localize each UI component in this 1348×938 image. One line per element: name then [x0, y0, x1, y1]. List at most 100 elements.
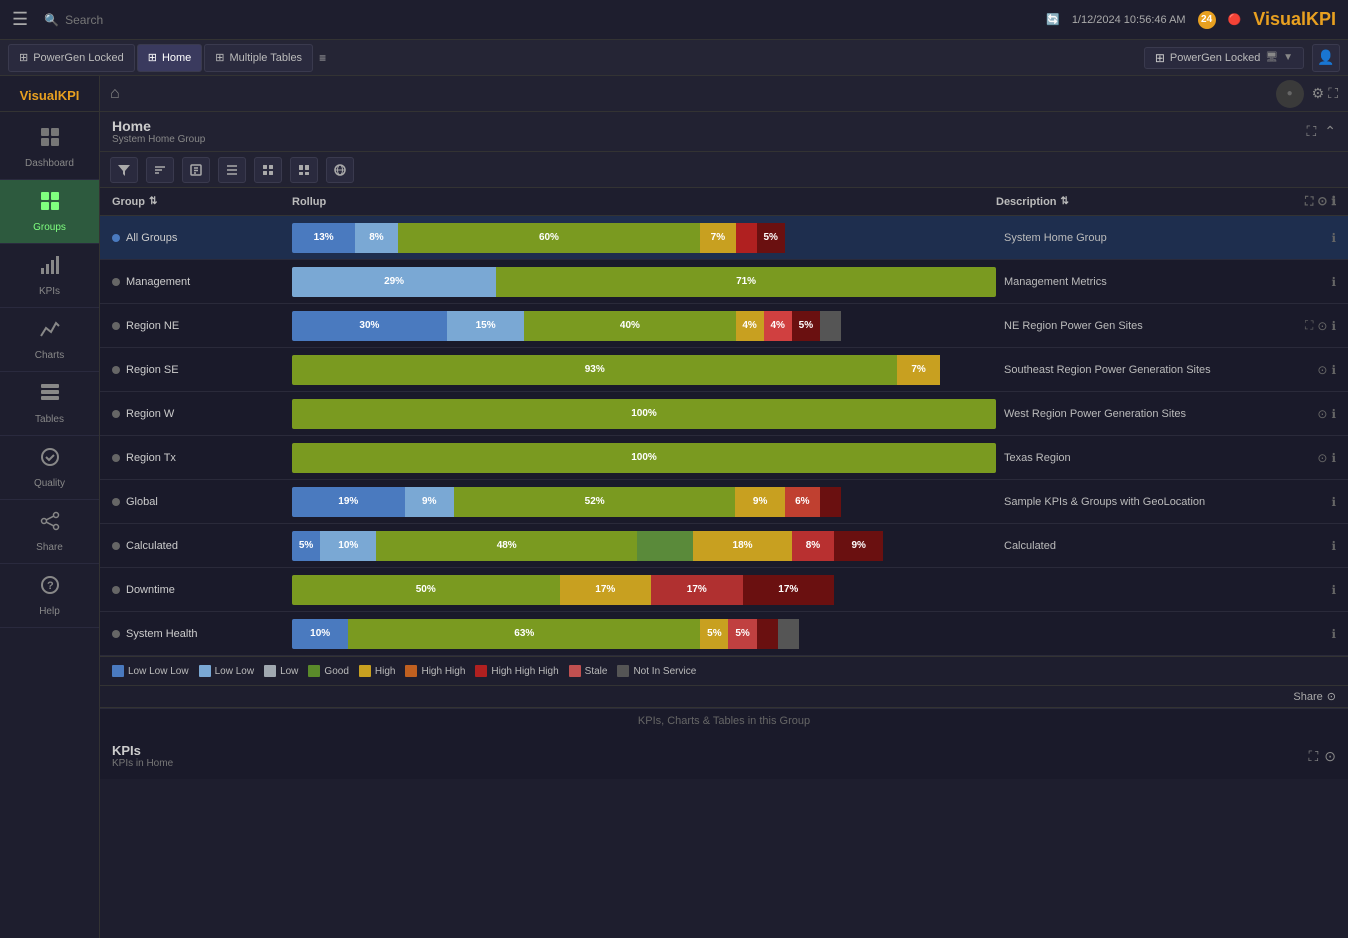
kpis-expand-icon[interactable]: ⛶ — [1308, 748, 1318, 765]
desc-col-label: Description — [996, 196, 1057, 208]
page-expand-icon[interactable]: ⛶ — [1306, 123, 1316, 140]
row-desc: Southeast Region Power Generation Sites — [996, 364, 1276, 376]
bar-olive: 52% — [454, 487, 736, 517]
row-info-icon[interactable]: ℹ — [1331, 583, 1336, 597]
sidebar-item-groups[interactable]: Groups — [0, 180, 99, 244]
share-button[interactable]: Share ⊙ — [1293, 690, 1336, 703]
table-row: Region SE 93% 7% Southeast Region Power … — [100, 348, 1348, 392]
header-dropdown-label: PowerGen Locked — [1170, 52, 1261, 64]
row-info-icon[interactable]: ℹ — [1331, 627, 1336, 641]
tab-multiple[interactable]: ⊞ Multiple Tables — [204, 44, 313, 72]
row-globe-icon[interactable]: ⊙ — [1317, 407, 1327, 421]
bar-green — [637, 531, 693, 561]
timestamp: 1/12/2024 10:56:46 AM — [1072, 14, 1186, 26]
kpis-external-icon[interactable]: ⊙ — [1324, 748, 1336, 765]
sidebar-item-charts-label: Charts — [35, 350, 64, 361]
legend-item-low: Low — [264, 665, 298, 677]
sidebar-item-groups-label: Groups — [33, 222, 66, 233]
bar-darkred: 9% — [834, 531, 883, 561]
section-divider: KPIs, Charts & Tables in this Group — [100, 708, 1348, 733]
row-info-icon[interactable]: ℹ — [1331, 495, 1336, 509]
legend-color-stale — [569, 665, 581, 677]
bar-olive: 93% — [292, 355, 897, 385]
sidebar-item-help[interactable]: ? Help — [0, 564, 99, 628]
sort-btn[interactable] — [146, 157, 174, 183]
kpis-controls: ⛶ ⊙ — [1308, 748, 1336, 765]
grid-btn[interactable] — [254, 157, 282, 183]
edit-btn[interactable] — [182, 157, 210, 183]
settings-icon[interactable]: ⚙ — [1312, 85, 1325, 102]
kpis-header: KPIs KPIs in Home ⛶ ⊙ — [112, 743, 1336, 769]
search-bar[interactable]: 🔍 Search — [44, 13, 103, 27]
header-dropdown-monitor: 🖥 — [1265, 52, 1278, 63]
user-icon-btn[interactable]: 👤 — [1312, 44, 1340, 72]
tab-home[interactable]: ⊞ Home — [137, 44, 203, 72]
search-icon: 🔍 — [44, 13, 59, 27]
sidebar-item-quality[interactable]: Quality — [0, 436, 99, 500]
refresh-icon[interactable]: 🔄 — [1046, 13, 1060, 26]
legend-color-good — [308, 665, 320, 677]
filter-btn[interactable] — [110, 157, 138, 183]
table-row: Downtime 50% 17% 17% 17% ℹ — [100, 568, 1348, 612]
alert-icon[interactable]: 🔴 — [1228, 13, 1242, 26]
legend-item-lowlowlow: Low Low Low — [112, 665, 189, 677]
legend-item-highhigh: High High — [405, 665, 465, 677]
table-row: Region Tx 100% Texas Region ⊙ ℹ — [100, 436, 1348, 480]
sidebar: VisualKPI Dashboard — [0, 76, 100, 938]
sidebar-item-share[interactable]: Share — [0, 500, 99, 564]
row-dot — [112, 498, 120, 506]
header-dropdown-arrow: ▼ — [1283, 52, 1293, 63]
user-icon: 👤 — [1317, 49, 1334, 66]
row-desc: West Region Power Generation Sites — [996, 408, 1276, 420]
sidebar-item-kpis[interactable]: KPIs — [0, 244, 99, 308]
tab-menu-icon[interactable]: ≡ — [319, 51, 326, 65]
row-info-icon[interactable]: ℹ — [1331, 451, 1336, 465]
svg-text:?: ? — [47, 580, 54, 592]
geo-btn[interactable] — [326, 157, 354, 183]
list-btn[interactable] — [218, 157, 246, 183]
sidebar-item-charts[interactable]: Charts — [0, 308, 99, 372]
row-info-icon[interactable]: ℹ — [1331, 319, 1336, 333]
table-row: Management 29% 71% Management Metrics ℹ — [100, 260, 1348, 304]
bar-olive: 50% — [292, 575, 560, 605]
bar-olive: 40% — [524, 311, 735, 341]
row-name: Management — [126, 276, 190, 288]
charts-icon — [39, 318, 61, 346]
home-breadcrumb-icon[interactable]: ⌂ — [110, 85, 120, 103]
alert-badge[interactable]: 24 — [1198, 11, 1216, 29]
tab-powergen[interactable]: ⊞ PowerGen Locked — [8, 44, 135, 72]
hamburger-menu[interactable]: ☰ — [12, 9, 28, 30]
desc-sort-icon[interactable]: ⇅ — [1061, 196, 1069, 207]
sidebar-item-tables[interactable]: Tables — [0, 372, 99, 436]
group-sort-icon[interactable]: ⇅ — [149, 196, 157, 207]
table-row: Region W 100% West Region Power Generati… — [100, 392, 1348, 436]
bar-olive: 100% — [292, 443, 996, 473]
rollup-col-label: Rollup — [292, 196, 326, 208]
tables-icon — [39, 382, 61, 410]
row-external-icon[interactable]: ⛶ — [1305, 318, 1313, 333]
row-globe-icon[interactable]: ⊙ — [1317, 319, 1327, 333]
row-globe-icon[interactable]: ⊙ — [1317, 451, 1327, 465]
page-collapse-icon[interactable]: ⌃ — [1324, 123, 1336, 140]
row-info-icon[interactable]: ℹ — [1331, 407, 1336, 421]
sidebar-item-dashboard[interactable]: Dashboard — [0, 116, 99, 180]
card-btn[interactable] — [290, 157, 318, 183]
legend-label-good: Good — [324, 666, 348, 677]
bar-lightblue: 29% — [292, 267, 496, 297]
legend-color-lowlowlow — [112, 665, 124, 677]
tab-powergen-icon: ⊞ — [19, 51, 28, 64]
row-info-icon[interactable]: ℹ — [1331, 363, 1336, 377]
search-label: Search — [65, 13, 103, 27]
header-dropdown[interactable]: ⊞ PowerGen Locked 🖥 ▼ — [1144, 47, 1304, 69]
brand-logo: VisualKPI — [1253, 9, 1336, 30]
sidebar-logo-text: VisualKPI — [20, 88, 80, 103]
bar-olive: 71% — [496, 267, 996, 297]
sidebar-item-kpis-label: KPIs — [39, 286, 60, 297]
row-globe-icon[interactable]: ⊙ — [1317, 363, 1327, 377]
legend-label-high: High — [375, 666, 396, 677]
expand-icon[interactable]: ⛶ — [1328, 85, 1338, 102]
row-info-icon[interactable]: ℹ — [1331, 275, 1336, 289]
row-info-icon[interactable]: ℹ — [1331, 539, 1336, 553]
dashboard-icon — [39, 126, 61, 154]
row-info-icon[interactable]: ℹ — [1331, 231, 1336, 245]
